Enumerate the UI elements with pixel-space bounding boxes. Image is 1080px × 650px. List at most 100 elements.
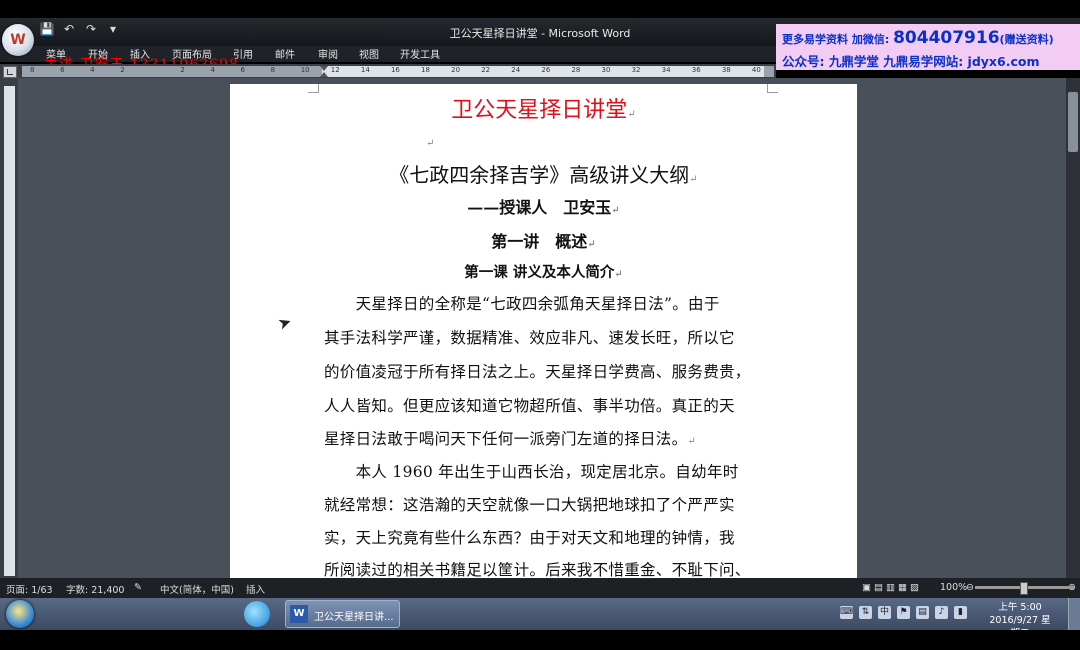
- ruler-left-margin: [22, 66, 322, 77]
- heading-lecture-one[interactable]: 第一讲 概述↵: [230, 228, 857, 252]
- zoom-slider-knob[interactable]: [1020, 582, 1028, 595]
- start-button[interactable]: [6, 600, 34, 628]
- letterbox-bottom: [0, 630, 1080, 650]
- tab-selector-icon[interactable]: [3, 66, 17, 78]
- status-bar: 页面: 1/63 字数: 21,400 ✎ 中文(简体，中国) 插入 ▣ ▤ ▥…: [0, 578, 1080, 598]
- ruler-tick-label: 2: [120, 66, 125, 74]
- document-title[interactable]: 卫公天星择日讲堂↵: [230, 92, 857, 124]
- ad-wechat-number: 804407916: [893, 28, 1000, 48]
- language-indicator[interactable]: 中文(简体，中国): [160, 582, 234, 596]
- ruler-right-margin: [764, 66, 774, 77]
- heading-course-title[interactable]: 《七政四余择吉学》高级讲义大纲↵: [230, 159, 857, 188]
- ruler-tick-label: 8: [270, 66, 276, 74]
- hanging-indent-marker[interactable]: [320, 72, 328, 77]
- ruler-tick-label: 6: [240, 66, 246, 74]
- horizontal-ruler[interactable]: 8 6 4 2 2 4 6 8 10 12 14 16 18 20 22 24 26 28 30 32 34 36 38 40: [22, 66, 774, 77]
- ruler-tick-label: 36: [691, 66, 701, 74]
- body-line[interactable]: 的价值凌冠于所有择日法之上。天星择日学费高、服务费贵，: [324, 360, 764, 382]
- taskbar-word-button[interactable]: W 卫公天星择日讲...: [285, 600, 400, 628]
- input-method-icon[interactable]: 中: [878, 606, 891, 619]
- body-line[interactable]: 本人 1960 年出生于山西长治，现定居北京。自幼年时: [324, 460, 764, 482]
- heading-lecturer[interactable]: ——授课人 卫安玉↵: [230, 194, 857, 218]
- body-line[interactable]: 就经常想：这浩瀚的天空就像一口大锅把地球扣了个严严实: [324, 493, 764, 515]
- paragraph-mark: ↵: [587, 239, 596, 250]
- ad-line1-suffix: (赠送资料): [999, 33, 1054, 46]
- heading-lesson-one-text: 第一课 讲义及本人简介: [464, 264, 615, 281]
- ruler-tick-label: 14: [360, 66, 370, 74]
- taskbar-word-label: 卫公天星择日讲...: [314, 612, 394, 623]
- page-count[interactable]: 页面: 1/63: [6, 582, 53, 596]
- body-line[interactable]: 所阅读过的相关书籍足以筐计。后来我不惜重金、不耻下问、: [324, 558, 764, 580]
- paragraph-mark: ↵: [689, 174, 698, 185]
- word-icon: W: [290, 605, 308, 623]
- ruler-tick-label: 10: [300, 66, 310, 74]
- body-line[interactable]: 实，天上究竟有些什么东西？由于对天文和地理的钟情，我: [324, 526, 764, 548]
- document-title-text: 卫公天星择日讲堂: [451, 98, 628, 123]
- ad-line1: 更多易学资料 加微信: 804407916(赠送资料): [782, 28, 1054, 48]
- body-line-text: 星择日法敢于喝问天下任何一派旁门左道的择日法。: [324, 430, 688, 448]
- browser-taskbar-icon[interactable]: [244, 601, 270, 627]
- keyboard-icon[interactable]: ⌨: [840, 606, 853, 619]
- heading-lecture-one-text: 第一讲 概述: [491, 232, 588, 251]
- tab-developer[interactable]: 开发工具: [400, 46, 440, 61]
- heading-course-title-text: 《七政四余择吉学》高级讲义大纲: [389, 163, 690, 187]
- vertical-scrollbar[interactable]: [1066, 78, 1080, 578]
- ruler-tick-label: 38: [721, 66, 731, 74]
- ruler-tick-label: 22: [481, 66, 491, 74]
- heading-lecturer-text: ——授课人 卫安玉: [467, 198, 612, 217]
- ruler-tick-label: 4: [210, 66, 215, 74]
- tab-mailings[interactable]: 邮件: [275, 46, 295, 61]
- insert-mode-indicator[interactable]: 插入: [246, 582, 265, 596]
- proofing-icon[interactable]: ✎: [134, 582, 142, 593]
- vertical-ruler-area: [0, 78, 18, 578]
- ruler-tick-label: 4: [90, 66, 95, 74]
- body-line[interactable]: 星择日法敢于喝问天下任何一派旁门左道的择日法。↵: [324, 427, 764, 449]
- paragraph-mark: ↵: [687, 436, 697, 447]
- paragraph-mark: ↵: [426, 138, 435, 149]
- ruler-tick-label: 34: [661, 66, 671, 74]
- ruler-tick-label: 12: [330, 66, 340, 74]
- paragraph-mark: ↵: [611, 205, 620, 216]
- ruler-tick-label: 40: [751, 66, 761, 74]
- show-desktop-button[interactable]: [1068, 598, 1080, 630]
- first-line-indent-marker[interactable]: [320, 66, 328, 71]
- network-icon[interactable]: ⇅: [859, 606, 872, 619]
- ruler-tick-label: 2: [180, 66, 185, 74]
- body-line[interactable]: 天星择日的全称是“七政四余弧角天星择日法”。由于: [324, 292, 764, 314]
- empty-paragraph[interactable]: ↵: [426, 132, 434, 150]
- vertical-ruler[interactable]: [4, 86, 15, 576]
- body-line[interactable]: 人人皆知。但更应该知道它物超所值、事半功倍。真正的天: [324, 394, 764, 416]
- heading-lesson-one[interactable]: 第一课 讲义及本人简介↵: [230, 261, 857, 282]
- ruler-tick-label: 8: [30, 66, 35, 74]
- zoom-out-icon[interactable]: ⊖: [966, 582, 974, 593]
- ruler-tick-label: 26: [541, 66, 551, 74]
- action-center-icon[interactable]: ⚑: [897, 606, 910, 619]
- ruler-tick-label: 32: [631, 66, 641, 74]
- scrollbar-thumb[interactable]: [1068, 92, 1078, 152]
- tab-review[interactable]: 审阅: [318, 46, 338, 61]
- document-page[interactable]: 卫公天星择日讲堂↵ ↵ 《七政四余择吉学》高级讲义大纲↵ ——授课人 卫安玉↵ …: [230, 84, 857, 584]
- body-line[interactable]: 其手法科学严谨，数据精准、效应非凡、速发长旺，所以它: [324, 326, 764, 348]
- clock-time: 上午 5:00: [998, 602, 1042, 613]
- ruler-tick-label: 28: [571, 66, 581, 74]
- ad-line1-prefix: 更多易学资料 加微信:: [782, 33, 890, 46]
- view-mode-icons[interactable]: ▣ ▤ ▥ ▦ ▧: [862, 582, 919, 593]
- ad-banner: 更多易学资料 加微信: 804407916(赠送资料) 公众号: 九鼎学堂 九鼎…: [776, 24, 1080, 70]
- tab-view[interactable]: 视图: [359, 46, 379, 61]
- ruler-tick-label: 16: [390, 66, 400, 74]
- ruler-tick-label: 24: [511, 66, 521, 74]
- ruler-tick-label: 30: [601, 66, 611, 74]
- system-tray: ⌨ ⇅ 中 ⚑ ▤ ♪ ▮: [840, 606, 967, 619]
- ruler-tick-label: 18: [421, 66, 430, 74]
- volume-icon[interactable]: ♪: [935, 606, 948, 619]
- power-icon[interactable]: ▮: [954, 606, 967, 619]
- office-button[interactable]: W: [2, 24, 34, 56]
- word-count[interactable]: 字数: 21,400: [66, 582, 124, 596]
- ruler-tick-label: 6: [60, 66, 65, 74]
- paragraph-mark: ↵: [627, 109, 636, 120]
- ad-line2: 公众号: 九鼎学堂 九鼎易学网站: jdyx6.com: [782, 54, 1040, 69]
- zoom-level[interactable]: 100%: [940, 582, 967, 593]
- device-icon[interactable]: ▤: [916, 606, 929, 619]
- ruler-tick-label: 20: [451, 66, 461, 74]
- paragraph-mark: ↵: [614, 269, 623, 280]
